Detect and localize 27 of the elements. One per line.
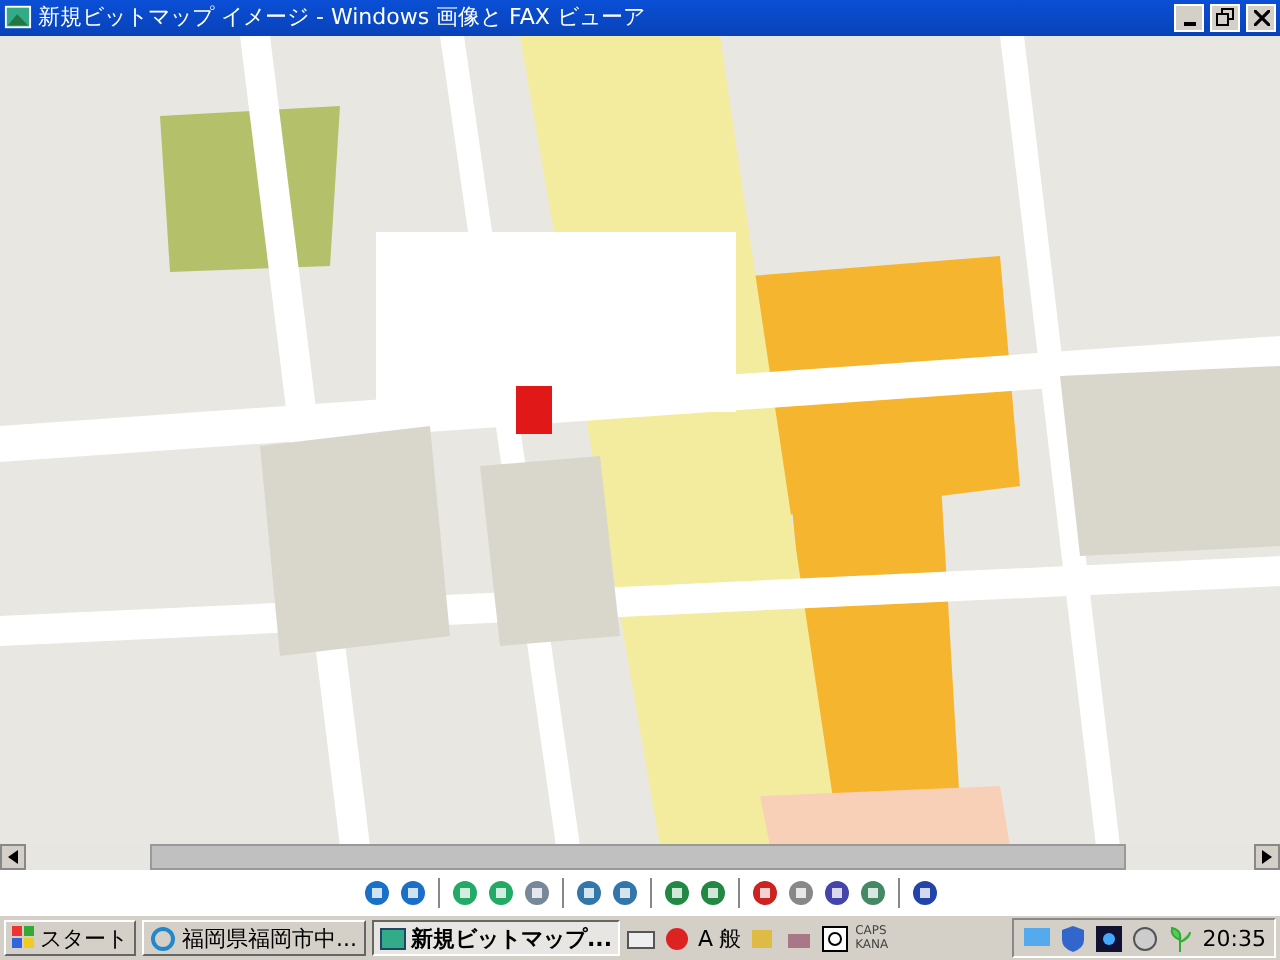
shield-icon — [1058, 923, 1089, 954]
close-icon — [1253, 9, 1269, 26]
ime-mode-text[interactable]: A — [698, 925, 714, 952]
right-arrow-icon — [1262, 850, 1272, 865]
ime-mode-text[interactable]: 般 — [719, 923, 742, 954]
scroll-right-button[interactable] — [1254, 844, 1280, 871]
network-icon — [1094, 923, 1125, 954]
picture-icon — [4, 2, 32, 33]
clock: 20:35 — [1202, 925, 1266, 952]
plant-icon — [1166, 923, 1197, 954]
windows-logo-icon — [12, 926, 36, 951]
scroll-left-button[interactable] — [0, 844, 26, 871]
left-arrow-icon — [8, 850, 18, 865]
browser-icon — [150, 925, 176, 952]
scrollbar-thumb[interactable] — [150, 844, 1126, 871]
taskbar-button[interactable]: 新規ビットマップ... — [371, 920, 621, 957]
restore-button[interactable] — [1210, 3, 1240, 32]
restore-icon — [1216, 8, 1234, 27]
start-button[interactable]: スタート — [4, 920, 136, 957]
ball-icon — [662, 923, 693, 954]
horizontal-scrollbar[interactable] — [0, 844, 1280, 871]
close-button[interactable] — [1246, 3, 1276, 32]
window-title: 新規ビットマップ イメージ - Windows 画像と FAX ビューア — [38, 2, 647, 33]
minimize-icon — [1183, 21, 1195, 26]
taskbar-button[interactable]: 福岡県福岡市中... — [142, 920, 365, 957]
minimize-button[interactable] — [1174, 3, 1204, 32]
picture-icon — [379, 925, 405, 952]
